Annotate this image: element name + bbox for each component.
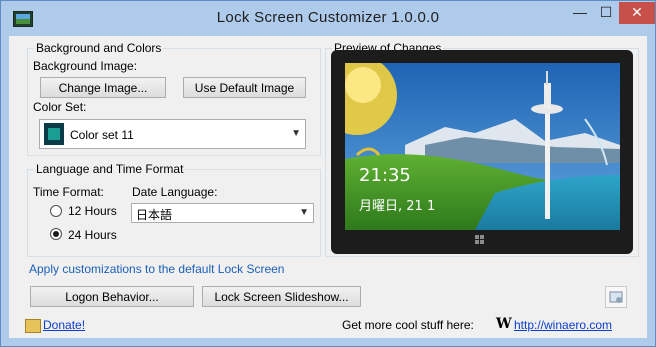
date-language-value: 日本語 [136, 208, 173, 222]
radio-24-hours-label[interactable]: 24 Hours [68, 228, 117, 242]
radio-24-hours[interactable] [50, 228, 62, 240]
maximize-button[interactable]: ☐ [593, 2, 619, 24]
logon-behavior-button[interactable]: Logon Behavior... [30, 286, 194, 307]
preview-time: 21:35 [359, 165, 411, 186]
donate-icon [25, 319, 41, 333]
radio-12-hours[interactable] [50, 205, 62, 217]
preview-date: 月曜日, 21 1 [359, 199, 436, 214]
close-button[interactable]: ✕ [619, 2, 655, 24]
winaero-link[interactable]: http://winaero.com [514, 318, 612, 332]
color-set-value: Color set 11 [70, 128, 134, 142]
change-image-button[interactable]: Change Image... [40, 77, 166, 98]
background-colors-group-title: Background and Colors [34, 41, 164, 55]
time-format-label: Time Format: [33, 185, 104, 199]
apply-default-lock-screen-label: Apply customizations to the default Lock… [29, 262, 285, 276]
chevron-down-icon: ▼ [299, 207, 309, 218]
windows-logo-icon [475, 235, 485, 245]
settings-icon[interactable] [605, 286, 627, 308]
title-bar[interactable]: Lock Screen Customizer 1.0.0.0 — ☐ ✕ [1, 1, 655, 36]
color-set-swatch [44, 123, 64, 145]
background-image-label: Background Image: [33, 59, 138, 73]
use-default-image-button[interactable]: Use Default Image [183, 77, 306, 98]
date-language-dropdown[interactable]: 日本語 ▼ [131, 203, 314, 223]
color-set-label: Color Set: [33, 100, 87, 114]
color-set-dropdown[interactable]: Color set 11 ▼ [39, 119, 306, 149]
chevron-down-icon: ▼ [291, 128, 301, 139]
tablet-preview: 21:35 月曜日, 21 1 [331, 50, 633, 254]
app-window: Lock Screen Customizer 1.0.0.0 — ☐ ✕ Bac… [0, 0, 656, 347]
window-title: Lock Screen Customizer 1.0.0.0 [216, 9, 440, 26]
client-area: Background and Colors Background Image: … [9, 36, 647, 338]
language-time-group-title: Language and Time Format [34, 162, 186, 176]
promo-text: Get more cool stuff here: [342, 318, 474, 332]
lock-screen-preview: 21:35 月曜日, 21 1 [345, 63, 620, 230]
lock-screen-slideshow-button[interactable]: Lock Screen Slideshow... [202, 286, 361, 307]
radio-12-hours-label[interactable]: 12 Hours [68, 204, 117, 218]
minimize-button[interactable]: — [567, 2, 593, 24]
winaero-logo-icon: W [496, 316, 512, 332]
date-language-label: Date Language: [132, 185, 218, 199]
donate-link[interactable]: Donate! [43, 318, 85, 332]
